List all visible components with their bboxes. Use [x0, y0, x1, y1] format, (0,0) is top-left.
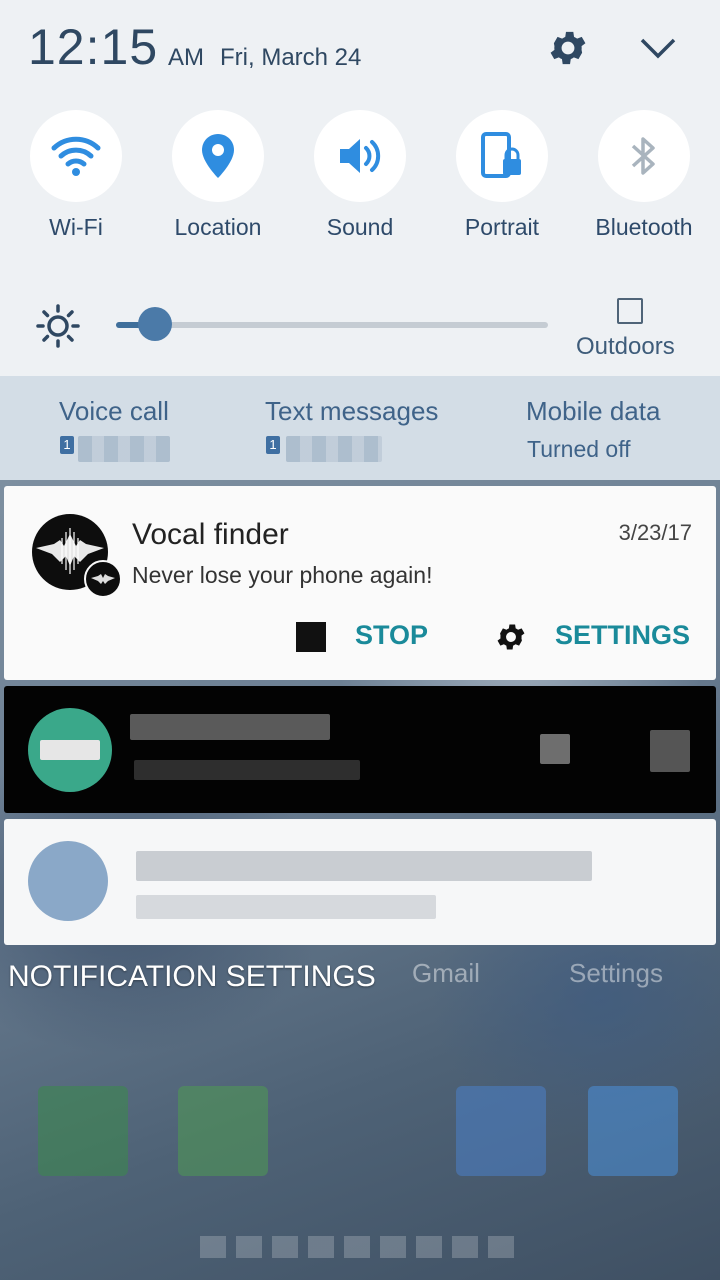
wifi-icon [51, 136, 101, 176]
app-small-badge [84, 560, 122, 598]
text-messages-label[interactable]: Text messages [265, 396, 438, 427]
bg-phone-app-icon [38, 1086, 128, 1176]
redacted-icon-detail [40, 740, 100, 760]
redacted-app-icon-2 [28, 841, 108, 921]
redacted-subtitle [134, 760, 360, 780]
quick-panel: 12:15 AM Fri, March 24 Wi-Fi Location So… [0, 0, 720, 376]
tile-wifi[interactable]: Wi-Fi [11, 110, 141, 250]
brightness-slider-thumb[interactable] [137, 307, 172, 341]
notification-app-title: Vocal finder [132, 518, 289, 551]
tile-portrait[interactable]: Portrait [437, 110, 567, 250]
redacted-expand-icon[interactable] [650, 730, 690, 772]
redacted-subtitle-2 [136, 895, 436, 919]
bg-messages-app-icon [178, 1086, 268, 1176]
tile-wifi-circle[interactable] [30, 110, 122, 202]
brightness-slider[interactable] [116, 322, 548, 328]
tile-bluetooth-label: Bluetooth [595, 214, 693, 240]
clock-time: 12:15 [28, 19, 159, 75]
notification-card-vocal-finder[interactable]: Vocal finder 3/23/17 Never lose your pho… [4, 486, 716, 680]
bluetooth-icon [631, 137, 655, 175]
chevron-down-icon[interactable] [636, 32, 680, 66]
voice-carrier-redacted [78, 436, 170, 462]
outdoors-checkbox[interactable] [617, 298, 643, 324]
stop-button[interactable]: STOP [355, 620, 428, 651]
voice-call-label[interactable]: Voice call [59, 396, 169, 427]
notification-card-redacted-light[interactable] [4, 819, 716, 945]
tile-location[interactable]: Location [153, 110, 283, 250]
portrait-lock-icon [481, 132, 521, 178]
settings-gear-icon[interactable] [494, 620, 528, 654]
tile-bluetooth[interactable]: Bluetooth [579, 110, 709, 250]
tile-sound[interactable]: Sound [295, 110, 425, 250]
voice-sim-badge: 1 [60, 436, 74, 454]
tile-portrait-circle[interactable] [456, 110, 548, 202]
brightness-sun-icon [36, 304, 80, 348]
bg-email-app-icon [456, 1086, 546, 1176]
bg-browser-app-icon [588, 1086, 678, 1176]
tile-sound-circle[interactable] [314, 110, 406, 202]
notification-settings-button[interactable]: NOTIFICATION SETTINGS [8, 960, 376, 994]
tile-bluetooth-circle[interactable] [598, 110, 690, 202]
tile-wifi-label: Wi-Fi [49, 214, 103, 240]
bg-label-gmail: Gmail [412, 958, 480, 988]
clock-ampm: AM [168, 44, 204, 71]
tile-location-label: Location [174, 214, 262, 240]
tile-portrait-label: Portrait [464, 214, 540, 240]
speaker-icon [340, 139, 381, 173]
redacted-action-icon[interactable] [540, 734, 570, 764]
tile-sound-label: Sound [326, 214, 394, 240]
bg-label-settings: Settings [569, 958, 663, 988]
stop-square-icon[interactable] [296, 622, 326, 652]
notification-text: Never lose your phone again! [132, 562, 433, 588]
carrier-info-strip: Voice call 1 Text messages 1 Mobile data… [0, 376, 720, 480]
settings-button[interactable]: SETTINGS [555, 620, 690, 651]
notification-card-redacted-dark[interactable] [4, 686, 716, 813]
location-pin-icon [202, 134, 234, 178]
redacted-title [130, 714, 330, 740]
notification-date: 3/23/17 [618, 520, 692, 545]
bat-mini-icon [91, 574, 115, 584]
bg-blurred-text [200, 1236, 520, 1258]
text-carrier-redacted [286, 436, 382, 462]
outdoors-label: Outdoors [576, 333, 675, 360]
mobile-data-status: Turned off [527, 436, 631, 462]
mobile-data-label[interactable]: Mobile data [526, 396, 660, 427]
text-sim-badge: 1 [266, 436, 280, 454]
tile-location-circle[interactable] [172, 110, 264, 202]
clock-date: Fri, March 24 [220, 44, 362, 71]
gear-icon[interactable] [546, 26, 590, 70]
redacted-title-2 [136, 851, 592, 881]
